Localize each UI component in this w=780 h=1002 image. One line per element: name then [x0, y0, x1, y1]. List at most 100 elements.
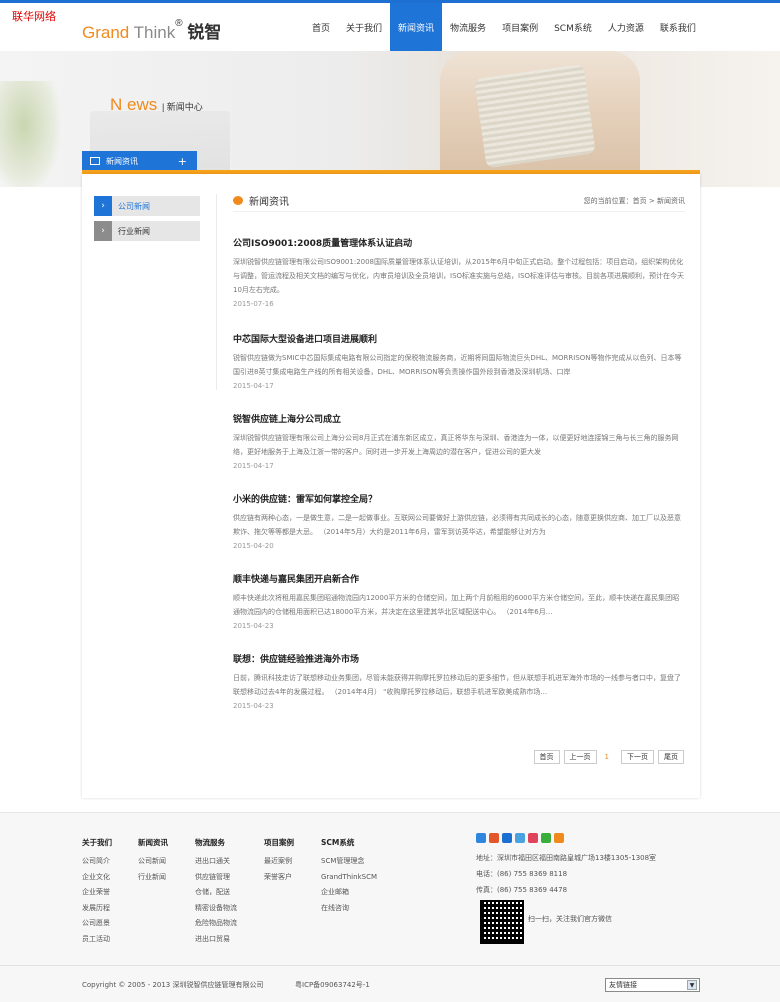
- share-wechat-icon[interactable]: [541, 833, 551, 843]
- news-title-link[interactable]: 顺丰快递与嘉民集团开启新合作: [233, 572, 685, 585]
- news-item: 顺丰快递与嘉民集团开启新合作顺丰快递此次将租用嘉民集团昭通物流园内12000平方…: [233, 572, 685, 630]
- logo-think: Think: [129, 23, 176, 42]
- news-title-link[interactable]: 联想：供应链经验推进海外市场: [233, 652, 685, 665]
- share-more-icon[interactable]: [554, 833, 564, 843]
- share-weibo-icon[interactable]: [489, 833, 499, 843]
- news-title-link[interactable]: 小米的供应链：雷军如何掌控全局？: [233, 492, 685, 505]
- footer-link[interactable]: 公司简介: [82, 854, 112, 870]
- section-tab-label: 新闻资讯: [106, 156, 138, 166]
- section-title: 新闻资讯: [249, 197, 289, 208]
- footer-link[interactable]: 公司愿景: [82, 916, 112, 932]
- current-page: 1: [604, 753, 609, 761]
- footer-link[interactable]: 企业邮箱: [321, 885, 377, 901]
- last-page-button[interactable]: 尾页: [658, 750, 684, 764]
- footer-column-title: 物流服务: [195, 838, 225, 847]
- footer-link[interactable]: 在线咨询: [321, 901, 377, 917]
- plus-icon[interactable]: +: [178, 155, 187, 168]
- news-item: 中芯国际大型设备进口项目进展顺利 锐智供应链做为SMIC中芯国际集成电路有限公司指…: [233, 332, 685, 390]
- share-tencent-icon[interactable]: [515, 833, 525, 843]
- chevron-right-icon: ›: [94, 196, 112, 216]
- icp-license[interactable]: 粤ICP备09063742号-1: [295, 980, 370, 990]
- nav-item-5[interactable]: SCM系统: [546, 3, 600, 51]
- footer-column: SCM系统 SCM管理理念 GrandThinkSCM 企业邮箱 在线咨询: [321, 837, 377, 916]
- pagination: 首页 上一页 1 下一页 尾页: [530, 750, 684, 764]
- news-summary: 日前，腾讯科技走访了联想移动业务集团，尽管未能获得并购摩托罗拉移动后的更多细节，…: [233, 674, 681, 696]
- prev-page-button[interactable]: 上一页: [563, 750, 597, 764]
- nav-item-1[interactable]: 关于我们: [338, 3, 390, 51]
- sidebar-item-0[interactable]: › 公司新闻: [94, 196, 200, 216]
- nav-item-3[interactable]: 物流服务: [442, 3, 494, 51]
- news-title-link[interactable]: 公司ISO9001:2008质量管理体系认证启动: [233, 236, 685, 249]
- footer-link[interactable]: 进出口通关: [195, 854, 237, 870]
- nav-item-6[interactable]: 人力资源: [600, 3, 652, 51]
- footer: [0, 812, 780, 1002]
- footer-column: 项目案例 最近案例 荣誉客户: [264, 837, 294, 885]
- footer-link[interactable]: 危险物品物流: [195, 916, 237, 932]
- news-date: 2015-04-23: [233, 622, 274, 630]
- share-douban-icon[interactable]: [528, 833, 538, 843]
- news-icon: [90, 157, 100, 165]
- friend-links-label: 友情链接: [609, 981, 637, 989]
- next-page-button[interactable]: 下一页: [621, 750, 654, 764]
- nav-item-2[interactable]: 新闻资讯: [390, 3, 443, 51]
- footer-link[interactable]: 荣誉客户: [264, 870, 294, 886]
- footer-column-title: SCM系统: [321, 838, 355, 847]
- contact-info: 地址：深圳市福田区福田南路皇城广场13楼1305-1308室 电话：(86) 7…: [476, 850, 656, 898]
- footer-link[interactable]: 企业荣誉: [82, 885, 112, 901]
- footer-link[interactable]: 发展历程: [82, 901, 112, 917]
- sidebar-item-label: 公司新闻: [118, 201, 150, 211]
- first-page-button[interactable]: 首页: [533, 750, 560, 764]
- friend-links-select[interactable]: 友情链接 ▼: [605, 978, 700, 992]
- footer-column: 新闻资讯公司新闻 行业新闻: [138, 837, 168, 885]
- banner-plant-image: [0, 81, 60, 187]
- share-renren-icon[interactable]: [502, 833, 512, 843]
- footer-column-title: 关于我们: [82, 838, 112, 847]
- nav-item-4[interactable]: 项目案例: [494, 3, 546, 51]
- logo-registered: ®: [175, 18, 183, 29]
- footer-divider: [0, 965, 780, 966]
- footer-link[interactable]: 员工活动: [82, 932, 112, 948]
- footer-link[interactable]: 供应链管理: [195, 870, 237, 886]
- footer-link[interactable]: 公司新闻: [138, 854, 168, 870]
- news-summary: 顺丰快递此次将租用嘉民集团昭通物流园内12000平方米的仓储空间，加上两个月前租…: [233, 594, 680, 616]
- news-summary: 供应链有两种心态，一是做生意，二是一起做事业。互联网公司要做好上游供应链，必须得…: [233, 514, 681, 536]
- footer-link[interactable]: GrandThinkSCM: [321, 870, 377, 886]
- logo-grand: Grand: [82, 23, 130, 42]
- contact-phone: 电话：(86) 755 8369 8118: [476, 870, 568, 878]
- footer-link[interactable]: 仓储，配送: [195, 885, 237, 901]
- footer-link[interactable]: 最近案例: [264, 854, 294, 870]
- logo-chinese: 锐智: [182, 23, 222, 42]
- footer-link[interactable]: 精密设备物流: [195, 901, 237, 917]
- nav-item-0[interactable]: 首页: [304, 3, 338, 51]
- news-item: 公司ISO9001:2008质量管理体系认证启动深圳锐智供应链管理有限公司ISO…: [233, 236, 685, 308]
- sidebar-item-1[interactable]: › 行业新闻: [94, 221, 200, 241]
- news-date: 2015-04-17: [233, 382, 274, 390]
- banner-subtitle: | 新闻中心: [161, 102, 203, 112]
- main-content: 新闻资讯 您的当前位置：首页 > 新闻资讯 公司ISO9001:2008质量管理…: [233, 194, 685, 710]
- news-item: 小米的供应链：雷军如何掌控全局？ 供应链有两种心态，一是做生意，二是一起做事业。互…: [233, 492, 685, 550]
- footer-column-title: 新闻资讯: [138, 838, 168, 847]
- copyright: Copyright © 2005 - 2013 深圳锐智供应链管理有限公司: [82, 981, 264, 989]
- contact-fax: 传真：(86) 755 8369 4478: [476, 886, 568, 894]
- nav-item-7[interactable]: 联系我们: [652, 3, 704, 51]
- share-qzone-icon[interactable]: [476, 833, 486, 843]
- section-tab[interactable]: 新闻资讯 +: [82, 151, 197, 171]
- news-summary: 深圳锐智供应链管理有限公司ISO9001:2008国际质量管理体系认证培训，从2…: [233, 258, 685, 294]
- footer-column: 关于我们公司简介 企业文化 企业荣誉 发展历程 公司愿景 员工活动: [82, 837, 112, 947]
- section-header: 新闻资讯 您的当前位置：首页 > 新闻资讯: [233, 194, 685, 212]
- banner-title-en: N ews: [110, 95, 158, 114]
- site-logo[interactable]: Grand Think® 锐智: [82, 18, 221, 43]
- news-title-link[interactable]: 中芯国际大型设备进口项目进展顺利: [233, 332, 685, 345]
- footer-column: 物流服务进出口通关 供应链管理 仓储，配送 精密设备物流 危险物品物流 进出口贸易: [195, 837, 237, 947]
- footer-link[interactable]: 行业新闻: [138, 870, 168, 886]
- news-date: 2015-04-20: [233, 542, 274, 550]
- footer-link[interactable]: SCM管理理念: [321, 854, 377, 870]
- footer-link[interactable]: 进出口贸易: [195, 932, 237, 948]
- banner-title: N ews | 新闻中心: [110, 95, 203, 115]
- news-date: 2015-04-23: [233, 702, 274, 710]
- footer-link[interactable]: 企业文化: [82, 870, 112, 886]
- sidebar-item-label: 行业新闻: [118, 226, 150, 236]
- chevron-down-icon: ▼: [687, 980, 697, 990]
- news-title-link[interactable]: 锐智供应链上海分公司成立: [233, 412, 685, 425]
- corner-label: 联华网络: [12, 10, 56, 23]
